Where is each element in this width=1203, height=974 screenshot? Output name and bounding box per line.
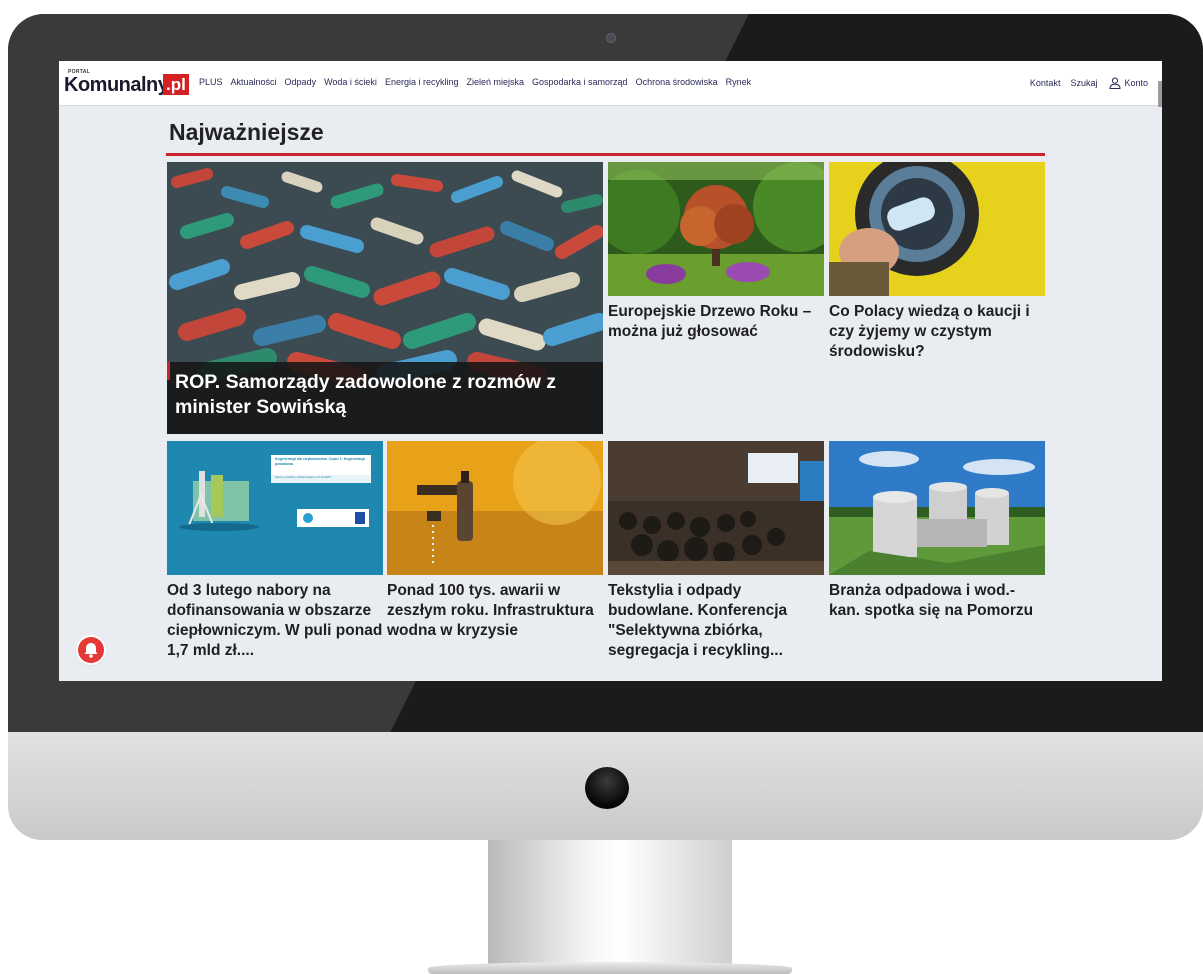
logo-wordmark: Komunalny [64, 74, 169, 96]
banner-headline: Kogeneracja dla ciepłownictwa. Część 1: … [275, 457, 365, 466]
apple-logo-icon [585, 767, 629, 809]
notification-button[interactable] [78, 637, 104, 663]
section-title: Najważniejsze [169, 119, 324, 145]
nav-item-woda[interactable]: Woda i ścieki [324, 77, 377, 87]
hero-headline[interactable]: ROP. Samorządy zadowolone z rozmów z min… [175, 370, 603, 420]
treatment-plant-image[interactable] [829, 441, 1045, 575]
hero-article[interactable]: ROP. Samorządy zadowolone z rozmów z min… [167, 162, 603, 434]
conference-hall-image[interactable] [608, 441, 824, 575]
monitor-stand [488, 840, 732, 972]
article-headline[interactable]: Co Polacy wiedzą o kaucji i czy żyjemy w… [829, 302, 1045, 362]
banner-subline: Nabory wniosków o dofinansowanie od 3.02… [275, 476, 333, 479]
account-link[interactable]: Konto [1124, 78, 1148, 88]
nav-item-energia[interactable]: Energia i recykling [385, 77, 459, 87]
bell-icon [84, 643, 98, 658]
nav-item-plus[interactable]: PLUS [199, 77, 223, 87]
contact-link[interactable]: Kontakt [1030, 78, 1061, 88]
article-headline[interactable]: Branża odpadowa i wod.-kan. spotka się n… [829, 581, 1045, 621]
article-card[interactable]: Branża odpadowa i wod.-kan. spotka się n… [829, 441, 1045, 671]
bottle-deposit-image[interactable] [829, 162, 1045, 296]
article-headline[interactable]: Europejskie Drzewo Roku – można już głos… [608, 302, 824, 342]
top-navbar: PORTAL Komunalny .pl PLUS Aktualności Od… [59, 61, 1162, 107]
article-card[interactable]: Europejskie Drzewo Roku – można już głos… [608, 162, 824, 352]
user-icon[interactable] [1109, 77, 1121, 89]
nav-item-aktualnosci[interactable]: Aktualności [231, 77, 277, 87]
water-tap-image[interactable] [387, 441, 603, 575]
main-menu: PLUS Aktualności Odpady Woda i ścieki En… [199, 77, 759, 87]
article-headline[interactable]: Ponad 100 tys. awarii w zeszłym roku. In… [387, 581, 603, 641]
article-card[interactable]: Tekstylia i odpady budowlane. Konferencj… [608, 441, 824, 671]
nav-item-odpady[interactable]: Odpady [285, 77, 317, 87]
article-card[interactable]: Ponad 100 tys. awarii w zeszłym roku. In… [387, 441, 603, 671]
webcam-icon [606, 33, 616, 43]
scrollbar-thumb[interactable] [1158, 81, 1162, 107]
nav-item-ochrona[interactable]: Ochrona środowiska [636, 77, 718, 87]
nav-item-zielen[interactable]: Zieleń miejska [466, 77, 524, 87]
article-headline[interactable]: Tekstylia i odpady budowlane. Konferencj… [608, 581, 824, 661]
browser-viewport: PORTAL Komunalny .pl PLUS Aktualności Od… [59, 61, 1162, 681]
article-card[interactable]: Co Polacy wiedzą o kaucji i czy żyjemy w… [829, 162, 1045, 372]
nav-item-gospodarka[interactable]: Gospodarka i samorząd [532, 77, 628, 87]
logo-domain-badge: .pl [163, 74, 189, 95]
nav-item-rynek[interactable]: Rynek [726, 77, 752, 87]
utility-menu: Kontakt Szukaj Konto [1020, 77, 1148, 89]
section-divider [166, 153, 1045, 156]
park-tree-image[interactable] [608, 162, 824, 296]
search-link[interactable]: Szukaj [1070, 78, 1097, 88]
article-card[interactable]: Kogeneracja dla ciepłownictwa. Część 1: … [167, 441, 383, 671]
hero-accent-mark [167, 362, 170, 380]
monitor-stand-base [428, 962, 792, 974]
article-headline[interactable]: Od 3 lutego nabory na dofinansowania w o… [167, 581, 383, 661]
